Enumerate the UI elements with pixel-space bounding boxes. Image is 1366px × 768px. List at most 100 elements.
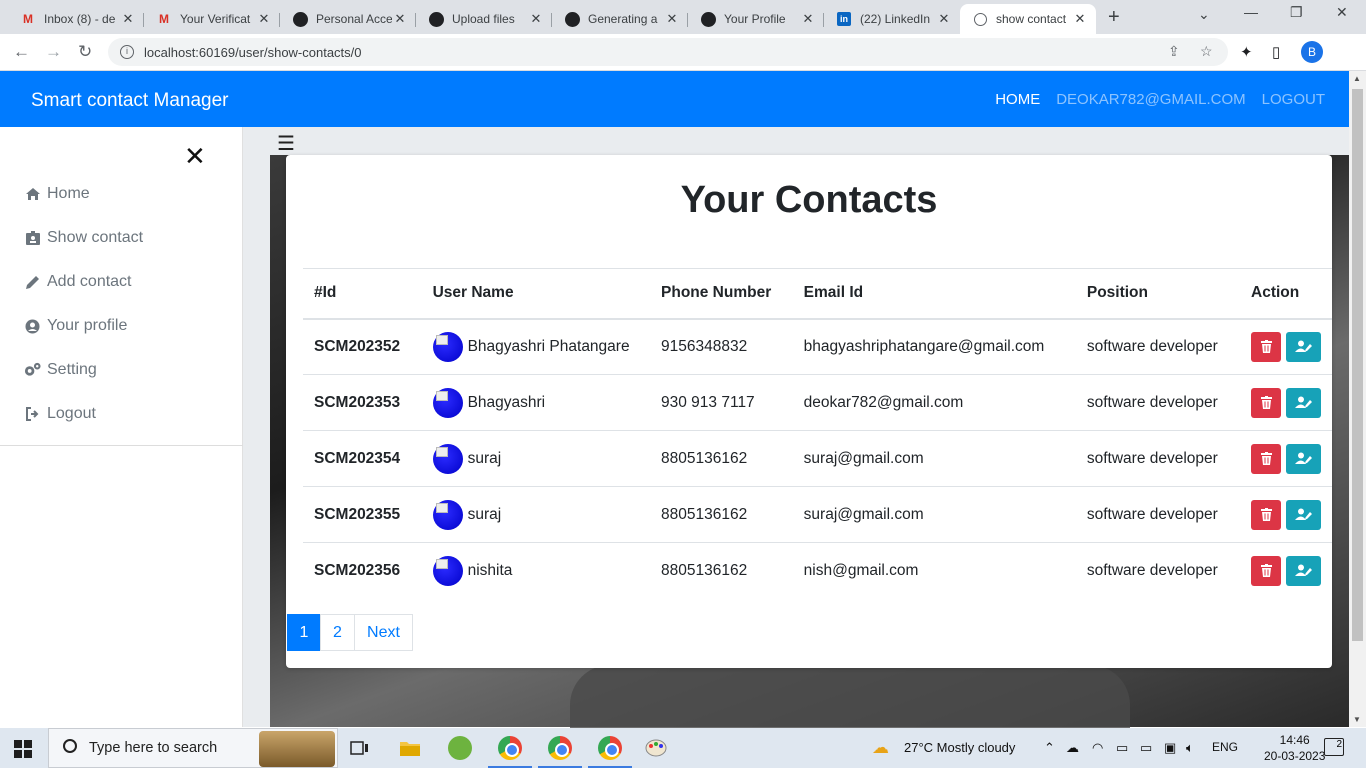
- close-tab-icon[interactable]: ✕: [528, 11, 544, 27]
- spring-tool-icon[interactable]: [446, 734, 474, 762]
- table-header-row: #Id User Name Phone Number Email Id Posi…: [303, 268, 1332, 320]
- contact-phone: 8805136162: [650, 486, 793, 543]
- show-hidden-icons-chevron-icon[interactable]: ⌃: [1044, 740, 1055, 756]
- file-explorer-icon[interactable]: [396, 734, 424, 762]
- share-icon[interactable]: ⇪: [1168, 43, 1180, 60]
- browser-toolbar: ← → ↻ i localhost:60169/user/show-contac…: [0, 34, 1366, 71]
- browser-tab[interactable]: Generating a ✕: [552, 4, 688, 34]
- close-tab-icon[interactable]: ✕: [664, 11, 680, 27]
- reload-button[interactable]: ↻: [78, 42, 92, 62]
- hamburger-menu-icon[interactable]: ☰: [277, 134, 295, 154]
- contact-phone: 8805136162: [661, 561, 748, 579]
- contact-name: suraj: [467, 449, 502, 467]
- avatar: [432, 555, 463, 586]
- close-sidebar-icon[interactable]: ✕: [184, 143, 206, 169]
- maximize-button[interactable]: ❐: [1290, 4, 1303, 21]
- weather-text[interactable]: 27°C Mostly cloudy: [904, 740, 1015, 755]
- close-tab-icon[interactable]: ✕: [392, 11, 408, 27]
- avatar: [432, 331, 463, 362]
- sidebar-item-logout[interactable]: Logout: [24, 405, 96, 423]
- id-card-icon: [24, 230, 41, 246]
- clock-date: 20-03-2023: [1264, 749, 1326, 763]
- close-tab-icon[interactable]: ✕: [800, 11, 816, 27]
- delete-button[interactable]: [1251, 443, 1281, 474]
- close-tab-icon[interactable]: ✕: [936, 11, 952, 27]
- close-tab-icon[interactable]: ✕: [120, 11, 136, 27]
- forward-button[interactable]: →: [45, 42, 62, 62]
- scrollbar-thumb[interactable]: [1352, 89, 1363, 641]
- tab-search-icon[interactable]: ⌄: [1198, 6, 1210, 23]
- scroll-up-arrow-icon[interactable]: ▲: [1353, 74, 1361, 83]
- chrome-profile-b2-icon[interactable]: [588, 734, 632, 768]
- sidebar-item-label: Logout: [47, 405, 96, 422]
- profile-avatar[interactable]: B: [1301, 41, 1323, 63]
- site-info-icon[interactable]: i: [120, 45, 134, 59]
- sidebar-item-add-contact[interactable]: Add contact: [24, 273, 132, 291]
- meet-now-icon[interactable]: ▭: [1116, 740, 1128, 756]
- onedrive-icon[interactable]: ☁: [1066, 740, 1079, 756]
- column-header-action: Action: [1240, 268, 1332, 320]
- tab-title: (22) LinkedIn: [860, 12, 931, 26]
- nav-links: HOME DEOKAR782@GMAIL.COM LOGOUT: [995, 91, 1325, 108]
- network-icon[interactable]: ▣: [1164, 740, 1176, 756]
- close-window-button[interactable]: ✕: [1336, 4, 1348, 21]
- delete-button[interactable]: [1251, 331, 1281, 362]
- trash-icon: [1260, 452, 1272, 465]
- tab-title: Generating a: [588, 12, 658, 26]
- taskbar-clock[interactable]: 14:46 20-03-2023: [1264, 732, 1325, 764]
- browser-tab[interactable]: in (22) LinkedIn ✕: [824, 4, 960, 34]
- brand-title[interactable]: Smart contact Manager: [31, 90, 228, 112]
- taskbar-search-box[interactable]: Type here to search: [48, 728, 338, 768]
- edit-button[interactable]: [1286, 443, 1321, 474]
- browser-tab[interactable]: M Inbox (8) - de ✕: [8, 4, 144, 34]
- extensions-icon[interactable]: ✦: [1240, 43, 1253, 61]
- sidebar-item-show-contact[interactable]: Show contact: [24, 229, 143, 247]
- close-tab-icon[interactable]: ✕: [256, 11, 272, 27]
- scroll-down-arrow-icon[interactable]: ▼: [1353, 715, 1361, 724]
- wifi-icon[interactable]: ◠: [1092, 740, 1103, 756]
- browser-tab[interactable]: Personal Acce ✕: [280, 4, 416, 34]
- page-1-button[interactable]: 1: [287, 614, 321, 651]
- volume-icon[interactable]: 🔈︎: [1186, 740, 1194, 756]
- sidebar-item-label: Add contact: [47, 273, 132, 290]
- back-button[interactable]: ←: [13, 42, 30, 62]
- delete-button[interactable]: [1251, 387, 1281, 418]
- nav-user-email-link[interactable]: DEOKAR782@GMAIL.COM: [1056, 91, 1245, 108]
- bookmark-star-icon[interactable]: ☆: [1200, 43, 1213, 60]
- edit-button[interactable]: [1286, 499, 1321, 530]
- chrome-profile-d-icon[interactable]: [538, 734, 582, 768]
- column-header-id: #Id: [303, 268, 422, 320]
- paint-icon[interactable]: [642, 734, 670, 762]
- close-tab-icon[interactable]: ✕: [1072, 11, 1088, 27]
- delete-button[interactable]: [1251, 555, 1281, 586]
- browser-tab[interactable]: M Your Verificat ✕: [144, 4, 280, 34]
- page-2-button[interactable]: 2: [320, 614, 355, 651]
- address-bar[interactable]: i localhost:60169/user/show-contacts/0 ⇪…: [108, 38, 1228, 66]
- notification-center-icon[interactable]: 2: [1324, 738, 1344, 756]
- sidebar-item-home[interactable]: Home: [24, 185, 90, 203]
- new-tab-button[interactable]: +: [1108, 6, 1120, 29]
- edit-button[interactable]: [1286, 387, 1321, 418]
- windows-start-button[interactable]: [14, 740, 32, 758]
- battery-icon[interactable]: ▭: [1140, 740, 1152, 756]
- sidebar-item-your-profile[interactable]: Your profile: [24, 317, 127, 335]
- nav-logout-link[interactable]: LOGOUT: [1262, 91, 1325, 108]
- nav-home-link[interactable]: HOME: [995, 91, 1040, 108]
- user-circle-icon: [24, 318, 41, 334]
- minimize-button[interactable]: —: [1244, 4, 1258, 20]
- chrome-profile-b-icon[interactable]: [488, 734, 532, 768]
- sidebar-item-label: Your profile: [47, 317, 128, 334]
- task-view-icon[interactable]: [346, 734, 374, 762]
- browser-tab-active[interactable]: show contact ✕: [960, 4, 1096, 34]
- side-panel-icon[interactable]: ▯: [1272, 43, 1280, 61]
- edit-button[interactable]: [1286, 331, 1321, 362]
- sidebar-item-setting[interactable]: Setting: [24, 361, 97, 379]
- language-indicator[interactable]: ENG: [1212, 740, 1238, 754]
- delete-button[interactable]: [1251, 499, 1281, 530]
- edit-button[interactable]: [1286, 555, 1321, 586]
- next-page-button[interactable]: Next: [354, 614, 413, 651]
- search-placeholder: Type here to search: [89, 740, 218, 756]
- browser-tab[interactable]: Your Profile ✕: [688, 4, 824, 34]
- browser-tab[interactable]: Upload files ✕: [416, 4, 552, 34]
- page-scrollbar[interactable]: ▲ ▼: [1349, 71, 1366, 727]
